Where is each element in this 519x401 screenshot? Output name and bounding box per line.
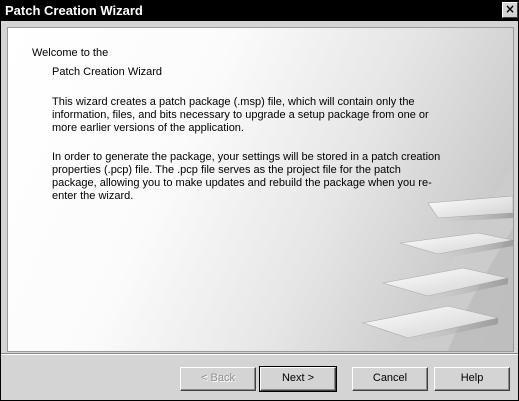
next-button[interactable]: Next > bbox=[259, 366, 337, 392]
settings-paragraph: In order to generate the package, your s… bbox=[52, 151, 441, 202]
separator bbox=[1, 353, 518, 355]
back-button[interactable]: < Back bbox=[180, 367, 256, 391]
wizard-welcome-panel: Welcome to the Patch Creation Wizard Thi… bbox=[7, 27, 514, 352]
wizard-window: Patch Creation Wizard × Welcome to the P… bbox=[0, 0, 519, 401]
wizard-title-text: Patch Creation Wizard bbox=[52, 66, 163, 78]
button-bar: < Back Next > Cancel Help bbox=[1, 353, 518, 400]
welcome-heading: Welcome to the bbox=[32, 47, 109, 59]
intro-paragraph: This wizard creates a patch package (.ms… bbox=[52, 96, 429, 134]
title-bar[interactable]: Patch Creation Wizard × bbox=[1, 1, 518, 21]
window-title: Patch Creation Wizard bbox=[5, 3, 143, 18]
help-button[interactable]: Help bbox=[434, 367, 510, 391]
close-icon[interactable]: × bbox=[502, 2, 518, 18]
cancel-button[interactable]: Cancel bbox=[352, 367, 428, 391]
